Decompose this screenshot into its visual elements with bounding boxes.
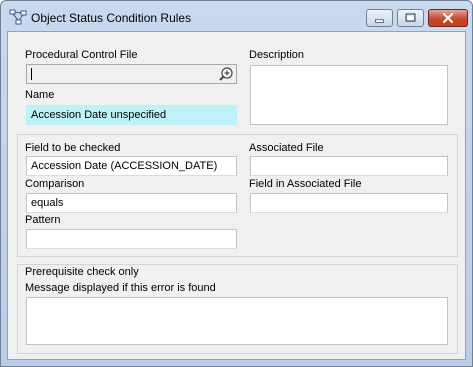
field-in-associated-file-label: Field in Associated File [249,178,362,190]
associated-file-input[interactable] [250,156,448,176]
zoom-in-icon[interactable] [218,66,234,82]
name-label: Name [25,89,55,101]
dialog-content: Procedural Control File Name Accession D… [7,31,466,360]
name-input[interactable]: Accession Date unspecified [26,105,237,125]
message-textarea[interactable] [26,297,448,345]
comparison-input[interactable]: equals [26,193,237,213]
comparison-label: Comparison [25,178,85,190]
procedural-control-file-input[interactable] [26,64,237,84]
description-textarea[interactable] [250,65,448,125]
field-in-associated-file-input[interactable] [250,193,448,213]
associated-file-label: Associated File [249,142,324,154]
field-to-check-label: Field to be checked [25,142,121,154]
text-caret [31,68,32,80]
description-label: Description [249,49,305,61]
message-label: Message displayed if this error is found [25,282,216,294]
procedural-control-file-label: Procedural Control File [25,49,138,61]
pattern-label: Pattern [25,214,61,226]
maximize-button[interactable] [397,9,424,27]
prerequisite-label: Prerequisite check only [25,266,139,278]
maximize-icon [405,13,416,22]
minimize-button[interactable] [366,9,393,27]
minimize-icon [375,19,384,23]
title-bar[interactable]: Object Status Condition Rules [1,1,472,31]
close-button[interactable] [428,9,468,27]
flow-diagram-icon [9,9,27,25]
dialog-window: Object Status Condition Rules Procedural… [0,0,473,367]
field-to-check-input[interactable]: Accession Date (ACCESSION_DATE) [26,156,237,176]
window-title: Object Status Condition Rules [31,11,192,25]
close-icon [442,12,454,24]
pattern-input[interactable] [26,229,237,249]
